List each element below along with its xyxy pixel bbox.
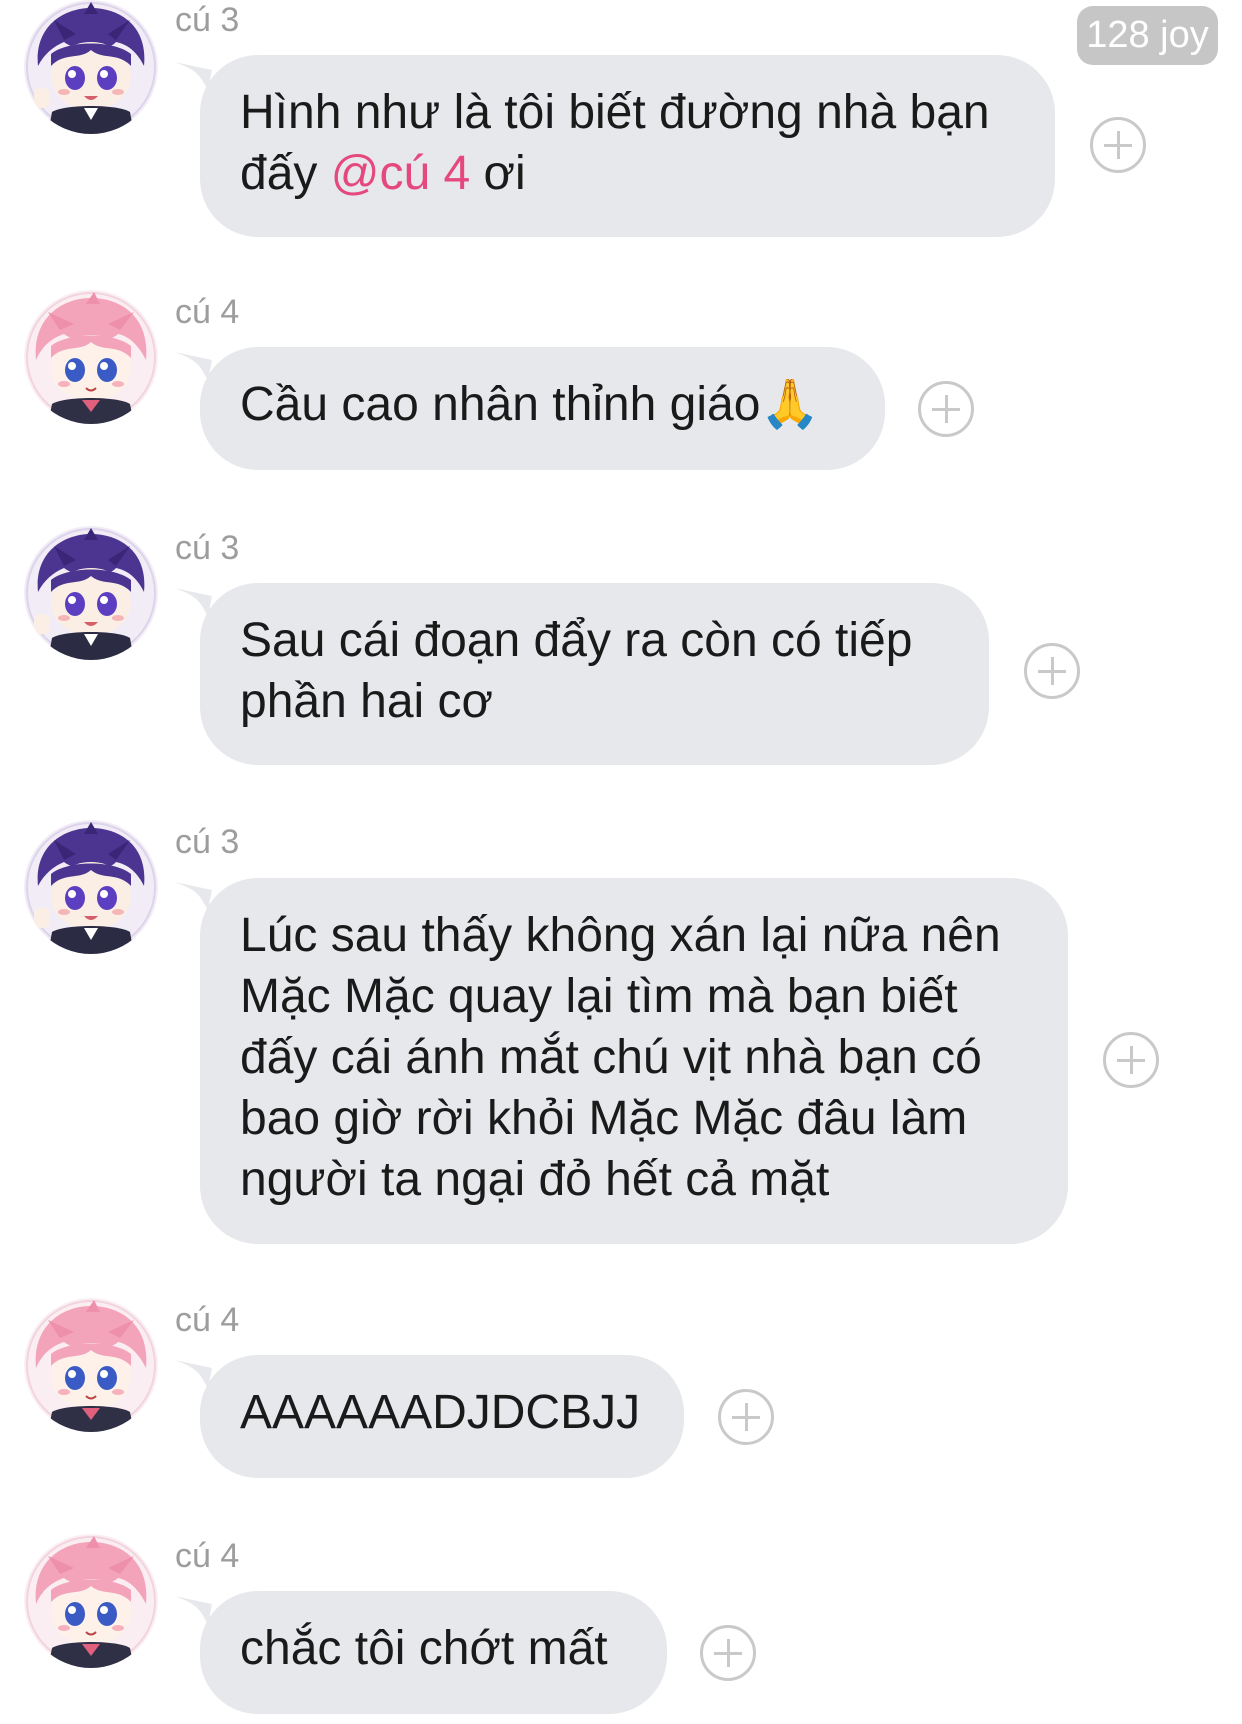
message-bubble[interactable]: chắc tôi chớt mất (200, 1591, 667, 1714)
add-reaction-icon[interactable] (1090, 117, 1146, 173)
add-reaction-icon[interactable] (718, 1389, 774, 1445)
add-reaction-icon[interactable] (918, 381, 974, 437)
message-bubble[interactable]: AAAAAADJDCBJJ (200, 1355, 684, 1478)
message-text: chắc tôi chớt mất (240, 1622, 608, 1675)
purple-hair-avatar-icon (24, 526, 158, 660)
purple-hair-avatar-icon (24, 820, 158, 954)
avatar[interactable] (24, 526, 158, 660)
add-reaction-icon[interactable] (1103, 1032, 1159, 1088)
message-text: Sau cái đoạn đẩy ra còn có tiếp phần hai… (240, 614, 913, 728)
message-bubble[interactable]: Cầu cao nhân thỉnh giáo🙏 (200, 347, 885, 470)
avatar[interactable] (24, 0, 158, 134)
avatar[interactable] (24, 1298, 158, 1432)
avatar[interactable] (24, 820, 158, 954)
avatar[interactable] (24, 290, 158, 424)
message-bubble[interactable]: Lúc sau thấy không xán lại nữa nên Mặc M… (200, 878, 1068, 1244)
sender-name: cú 4 (175, 1301, 240, 1339)
message-text: Cầu cao nhân thỉnh giáo🙏 (240, 378, 821, 431)
sender-name: cú 4 (175, 1537, 240, 1575)
message-bubble[interactable]: Hình như là tôi biết đường nhà bạn đấy @… (200, 55, 1055, 237)
pink-hair-avatar-icon (24, 1298, 158, 1432)
mention-link[interactable]: @cú 4 (331, 147, 470, 200)
pink-hair-avatar-icon (24, 1534, 158, 1668)
sender-name: cú 3 (175, 823, 240, 861)
add-reaction-icon[interactable] (1024, 643, 1080, 699)
purple-hair-avatar-icon (24, 0, 158, 134)
message-bubble[interactable]: Sau cái đoạn đẩy ra còn có tiếp phần hai… (200, 583, 989, 765)
message-text: AAAAAADJDCBJJ (240, 1386, 641, 1439)
sender-name: cú 4 (175, 293, 240, 331)
joy-count-badge: 128 joy (1077, 6, 1218, 65)
pink-hair-avatar-icon (24, 290, 158, 424)
sender-name: cú 3 (175, 529, 240, 567)
message-text: ơi (470, 147, 526, 200)
add-reaction-icon[interactable] (700, 1625, 756, 1681)
avatar[interactable] (24, 1534, 158, 1668)
sender-name: cú 3 (175, 1, 240, 39)
message-text: Lúc sau thấy không xán lại nữa nên Mặc M… (240, 909, 1001, 1206)
